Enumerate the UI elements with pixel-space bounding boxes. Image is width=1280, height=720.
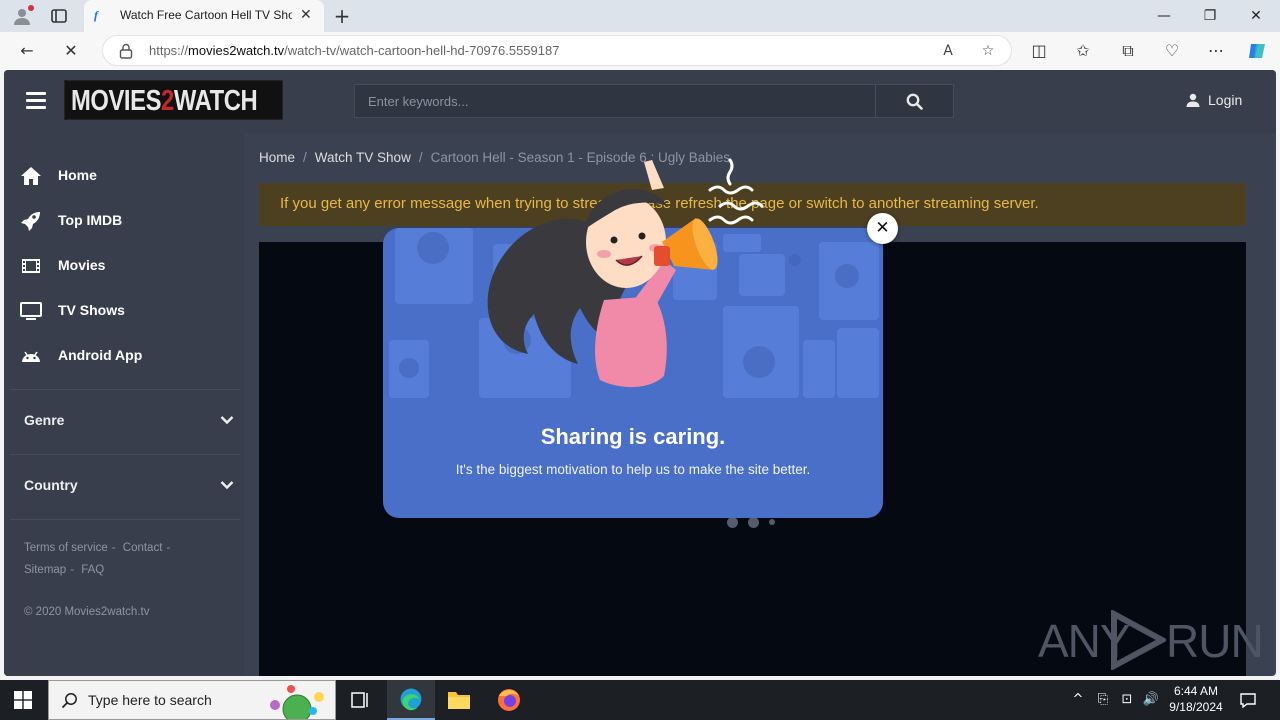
tv-icon	[20, 302, 42, 320]
copyright: © 2020 Movies2watch.tv	[24, 606, 150, 618]
collections-icon[interactable]: ⧉	[1117, 40, 1139, 62]
footer-links-row-2: Sitemap - FAQ	[24, 564, 105, 576]
search-highlight-icon	[270, 685, 324, 719]
windows-taskbar: Type here to search ^ ⎘ ⊡ 🔊 6:44 AM 9/18…	[0, 680, 1280, 720]
search-icon	[906, 93, 923, 110]
chevron-down-icon	[220, 416, 234, 425]
contact-link[interactable]: Contact	[123, 542, 163, 554]
chevron-down-icon	[220, 481, 234, 490]
search-button[interactable]	[875, 85, 953, 117]
megaphone-girl-illustration	[487, 158, 764, 388]
firefox-icon[interactable]	[485, 680, 533, 720]
task-view-icon[interactable]	[336, 680, 384, 720]
modal-close-button[interactable]: ✕	[867, 213, 898, 244]
menu-toggle-icon[interactable]	[26, 92, 46, 109]
volume-icon[interactable]: 🔊	[1142, 690, 1160, 710]
rocket-icon	[21, 212, 40, 231]
tray-overflow-icon[interactable]: ^	[1070, 690, 1086, 710]
search-box	[354, 84, 954, 118]
divider	[10, 454, 240, 455]
sidebar-item-android-app[interactable]: Android App	[20, 344, 240, 368]
sidebar-item-home[interactable]: Home	[20, 164, 240, 188]
browser-essentials-icon[interactable]: ♡	[1161, 40, 1183, 62]
stop-loading-button[interactable]: ✕	[60, 40, 82, 62]
favorites-icon[interactable]: ✩	[1072, 40, 1094, 62]
url-text: https://movies2watch.tv/watch-tv/watch-c…	[149, 43, 560, 58]
divider	[10, 519, 240, 520]
search-input[interactable]	[355, 85, 875, 117]
network-icon[interactable]: ⊡	[1118, 690, 1136, 710]
home-icon	[21, 167, 41, 185]
taskbar-clock[interactable]: 6:44 AM 9/18/2024	[1164, 683, 1228, 715]
address-bar[interactable]: https://movies2watch.tv/watch-tv/watch-c…	[102, 35, 1012, 66]
minimize-button[interactable]: —	[1154, 6, 1174, 26]
tab-favicon-icon: f	[94, 8, 98, 22]
genre-dropdown[interactable]: Genre	[24, 409, 240, 433]
loading-spinner	[727, 517, 787, 531]
sidebar-item-top-imdb[interactable]: Top IMDB	[20, 209, 240, 233]
site-header: MOVIES2WATCH Login	[4, 70, 1276, 134]
site-logo[interactable]: MOVIES2WATCH	[64, 80, 283, 120]
notification-dot	[28, 5, 34, 11]
favorite-star-icon[interactable]: ☆	[979, 42, 997, 60]
edge-taskbar-icon[interactable]	[387, 680, 435, 720]
browser-nav-bar: ← ✕ https://movies2watch.tv/watch-tv/wat…	[0, 32, 1280, 70]
sidebar-item-movies[interactable]: Movies	[20, 254, 240, 278]
modal-subtitle: It's the biggest motivation to help us t…	[455, 462, 811, 477]
android-icon	[22, 351, 40, 362]
copilot-icon[interactable]	[1246, 40, 1268, 62]
modal-title: Sharing is caring.	[540, 424, 726, 449]
browser-tab-active[interactable]: f Watch Free Cartoon Hell TV Show ✕	[84, 0, 324, 32]
breadcrumb-watch-tv-show[interactable]: Watch TV Show	[315, 150, 411, 165]
split-screen-icon[interactable]: ◫	[1028, 40, 1050, 62]
notifications-icon[interactable]	[1238, 690, 1258, 710]
footer-links-row-1: Terms of service - Contact -	[24, 542, 171, 554]
windows-start-icon[interactable]	[14, 691, 32, 709]
search-icon	[61, 693, 77, 709]
file-explorer-icon[interactable]	[435, 680, 483, 720]
read-aloud-icon[interactable]: A	[939, 42, 957, 60]
terms-link[interactable]: Terms of service	[24, 542, 108, 554]
tab-title: Watch Free Cartoon Hell TV Show	[120, 8, 292, 22]
sidebar-item-tv-shows[interactable]: TV Shows	[20, 299, 240, 323]
meet-now-icon[interactable]: ⎘	[1094, 690, 1112, 710]
lock-icon[interactable]	[119, 43, 133, 59]
film-icon	[22, 259, 40, 273]
taskbar-search[interactable]: Type here to search	[48, 680, 336, 720]
divider	[10, 389, 240, 390]
new-tab-button[interactable]: +	[332, 6, 352, 26]
sidebar: Home Top IMDB Movies TV Shows Android Ap…	[4, 134, 244, 676]
user-icon	[1186, 93, 1200, 107]
tab-actions-icon[interactable]	[50, 7, 68, 25]
browser-tab-bar: f Watch Free Cartoon Hell TV Show ✕ + — …	[0, 0, 1280, 32]
more-menu-icon[interactable]: ⋯	[1205, 40, 1227, 62]
play-logo-icon	[1111, 610, 1166, 670]
breadcrumb-home[interactable]: Home	[259, 150, 295, 165]
close-window-button[interactable]: ✕	[1246, 6, 1266, 26]
tab-close-icon[interactable]: ✕	[300, 8, 314, 22]
anyrun-watermark: ANY RUN	[1038, 608, 1264, 674]
country-dropdown[interactable]: Country	[24, 474, 240, 498]
sitemap-link[interactable]: Sitemap	[24, 564, 66, 576]
faq-link[interactable]: FAQ	[81, 564, 104, 576]
back-button[interactable]: ←	[16, 40, 38, 62]
restore-button[interactable]: ❐	[1200, 6, 1220, 26]
